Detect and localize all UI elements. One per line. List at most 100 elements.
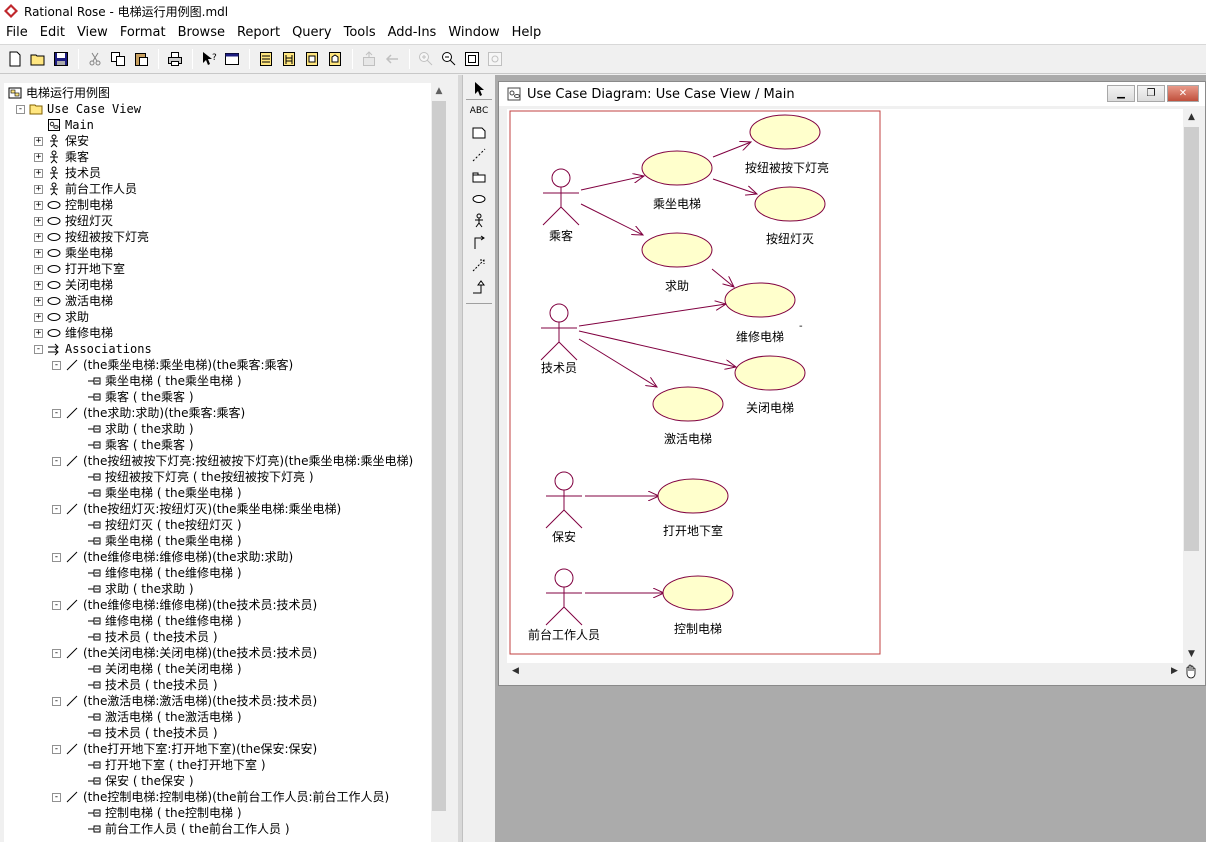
actor[interactable]: 前台工作人员: [528, 568, 600, 642]
use-case[interactable]: 按纽灯灭: [754, 186, 826, 246]
pan-hand-icon[interactable]: [1183, 663, 1200, 679]
tree-item[interactable]: 乘坐电梯 ( the乘坐电梯 ): [74, 533, 242, 549]
expand-icon[interactable]: +: [34, 168, 43, 178]
note-tool-button[interactable]: [467, 123, 491, 143]
undo-fit-button[interactable]: [484, 48, 506, 70]
use-case[interactable]: 控制电梯: [662, 575, 734, 636]
dependency-tool-button[interactable]: [467, 255, 491, 275]
cut-button[interactable]: [84, 48, 106, 70]
tree-item[interactable]: + 按纽被按下灯亮: [34, 229, 149, 245]
tree-item[interactable]: - (the关闭电梯:关闭电梯)(the技术员:技术员): [52, 645, 317, 661]
tree-item[interactable]: 激活电梯 ( the激活电梯 ): [74, 709, 242, 725]
tree-item[interactable]: 控制电梯 ( the控制电梯 ): [74, 805, 242, 821]
use-case[interactable]: 乘坐电梯: [641, 150, 713, 211]
menu-window[interactable]: Window: [442, 22, 505, 44]
association-arrow[interactable]: [580, 176, 644, 191]
collapse-icon[interactable]: -: [52, 552, 61, 562]
scroll-up-icon[interactable]: ▲: [1183, 109, 1200, 126]
tree-item[interactable]: 前台工作人员 ( the前台工作人员 ): [74, 821, 290, 837]
tree-item[interactable]: - Use Case View: [16, 101, 141, 117]
actor[interactable]: 保安: [545, 471, 583, 544]
tree-item[interactable]: Main: [34, 117, 94, 133]
tree-item[interactable]: + 保安: [34, 133, 89, 149]
collapse-icon[interactable]: -: [52, 600, 61, 610]
context-help-button[interactable]: ?: [198, 48, 220, 70]
browse-interaction-button[interactable]: [278, 48, 300, 70]
menu-tools[interactable]: Tools: [338, 22, 382, 44]
tree-item[interactable]: 乘客 ( the乘客 ): [74, 389, 194, 405]
browse-deployment-button[interactable]: [324, 48, 346, 70]
paste-button[interactable]: [130, 48, 152, 70]
tree-item[interactable]: + 维修电梯: [34, 325, 113, 341]
expand-icon[interactable]: +: [34, 296, 43, 306]
tree-item[interactable]: 乘客 ( the乘客 ): [74, 437, 194, 453]
browser-vertical-scrollbar[interactable]: ▲: [431, 83, 447, 842]
tree-item[interactable]: 乘坐电梯 ( the乘坐电梯 ): [74, 373, 242, 389]
expand-icon[interactable]: +: [34, 264, 43, 274]
tree-item[interactable]: 保安 ( the保安 ): [74, 773, 194, 789]
collapse-icon[interactable]: -: [52, 360, 61, 370]
tree-item[interactable]: 按纽被按下灯亮 ( the按纽被按下灯亮 ): [74, 469, 314, 485]
tree-item[interactable]: 技术员 ( the技术员 ): [74, 677, 218, 693]
menu-help[interactable]: Help: [506, 22, 548, 44]
browse-parent-button[interactable]: [358, 48, 380, 70]
collapse-icon[interactable]: -: [52, 408, 61, 418]
diagram-horizontal-scrollbar[interactable]: ◀ ▶: [507, 663, 1183, 679]
tree-item[interactable]: - (the维修电梯:维修电梯)(the求助:求助): [52, 549, 293, 565]
view-doc-button[interactable]: [221, 48, 243, 70]
tree-item[interactable]: 乘坐电梯 ( the乘坐电梯 ): [74, 485, 242, 501]
menu-file[interactable]: File: [0, 22, 34, 44]
expand-icon[interactable]: +: [34, 312, 43, 322]
tree-item[interactable]: - (the维修电梯:维修电梯)(the技术员:技术员): [52, 597, 317, 613]
expand-icon[interactable]: +: [34, 152, 43, 162]
association-arrow[interactable]: [712, 178, 757, 194]
menu-edit[interactable]: Edit: [34, 22, 71, 44]
tree-item[interactable]: - Associations: [34, 341, 152, 357]
menu-report[interactable]: Report: [231, 22, 286, 44]
tree-item[interactable]: 关闭电梯 ( the关闭电梯 ): [74, 661, 242, 677]
use-case[interactable]: 打开地下室: [657, 478, 729, 538]
menu-format[interactable]: Format: [114, 22, 172, 44]
open-button[interactable]: [27, 48, 49, 70]
tree-item[interactable]: 打开地下室 ( the打开地下室 ): [74, 757, 266, 773]
scroll-thumb[interactable]: [432, 101, 446, 811]
menu-view[interactable]: View: [71, 22, 114, 44]
package-tool-button[interactable]: [467, 167, 491, 187]
tree-item[interactable]: - (the控制电梯:控制电梯)(the前台工作人员:前台工作人员): [52, 789, 389, 805]
close-button[interactable]: ✕: [1167, 85, 1199, 102]
tree-item[interactable]: - (the激活电梯:激活电梯)(the技术员:技术员): [52, 693, 317, 709]
scroll-left-icon[interactable]: ◀: [507, 663, 524, 679]
tree-item[interactable]: + 激活电梯: [34, 293, 113, 309]
expand-icon[interactable]: +: [34, 328, 43, 338]
tree-item[interactable]: + 关闭电梯: [34, 277, 113, 293]
anchor-tool-button[interactable]: [467, 145, 491, 165]
minimize-button[interactable]: ▁: [1107, 85, 1135, 102]
collapse-icon[interactable]: -: [52, 696, 61, 706]
use-case[interactable]: 求助: [641, 232, 713, 293]
expand-icon[interactable]: +: [34, 184, 43, 194]
tree-item[interactable]: 求助 ( the求助 ): [74, 421, 194, 437]
scroll-thumb[interactable]: [1184, 127, 1199, 551]
tree-item[interactable]: 技术员 ( the技术员 ): [74, 725, 218, 741]
expand-icon[interactable]: +: [34, 136, 43, 146]
expand-icon[interactable]: +: [34, 232, 43, 242]
copy-button[interactable]: [107, 48, 129, 70]
scroll-right-icon[interactable]: ▶: [1166, 663, 1183, 679]
use-case[interactable]: 按纽被按下灯亮: [745, 114, 829, 175]
use-case-diagram[interactable]: 乘客技术员保安前台工作人员 按纽被按下灯亮乘坐电梯按纽灯灭求助维修电梯关闭电梯激…: [507, 109, 1183, 663]
restore-button[interactable]: ❐: [1137, 85, 1165, 102]
collapse-icon[interactable]: -: [52, 744, 61, 754]
association-tool-button[interactable]: [467, 233, 491, 253]
scroll-up-icon[interactable]: ▲: [431, 83, 447, 99]
diagram-vertical-scrollbar[interactable]: ▲ ▼: [1183, 109, 1200, 663]
tree-item[interactable]: + 控制电梯: [34, 197, 113, 213]
collapse-icon[interactable]: -: [52, 456, 61, 466]
expand-icon[interactable]: +: [34, 216, 43, 226]
association-arrow[interactable]: [578, 304, 726, 327]
text-tool-button[interactable]: ABC: [467, 101, 491, 121]
menu-addins[interactable]: Add-Ins: [382, 22, 443, 44]
actor-tool-button[interactable]: [467, 211, 491, 231]
browse-class-button[interactable]: [255, 48, 277, 70]
tree-item[interactable]: 维修电梯 ( the维修电梯 ): [74, 565, 242, 581]
browse-previous-button[interactable]: [381, 48, 403, 70]
